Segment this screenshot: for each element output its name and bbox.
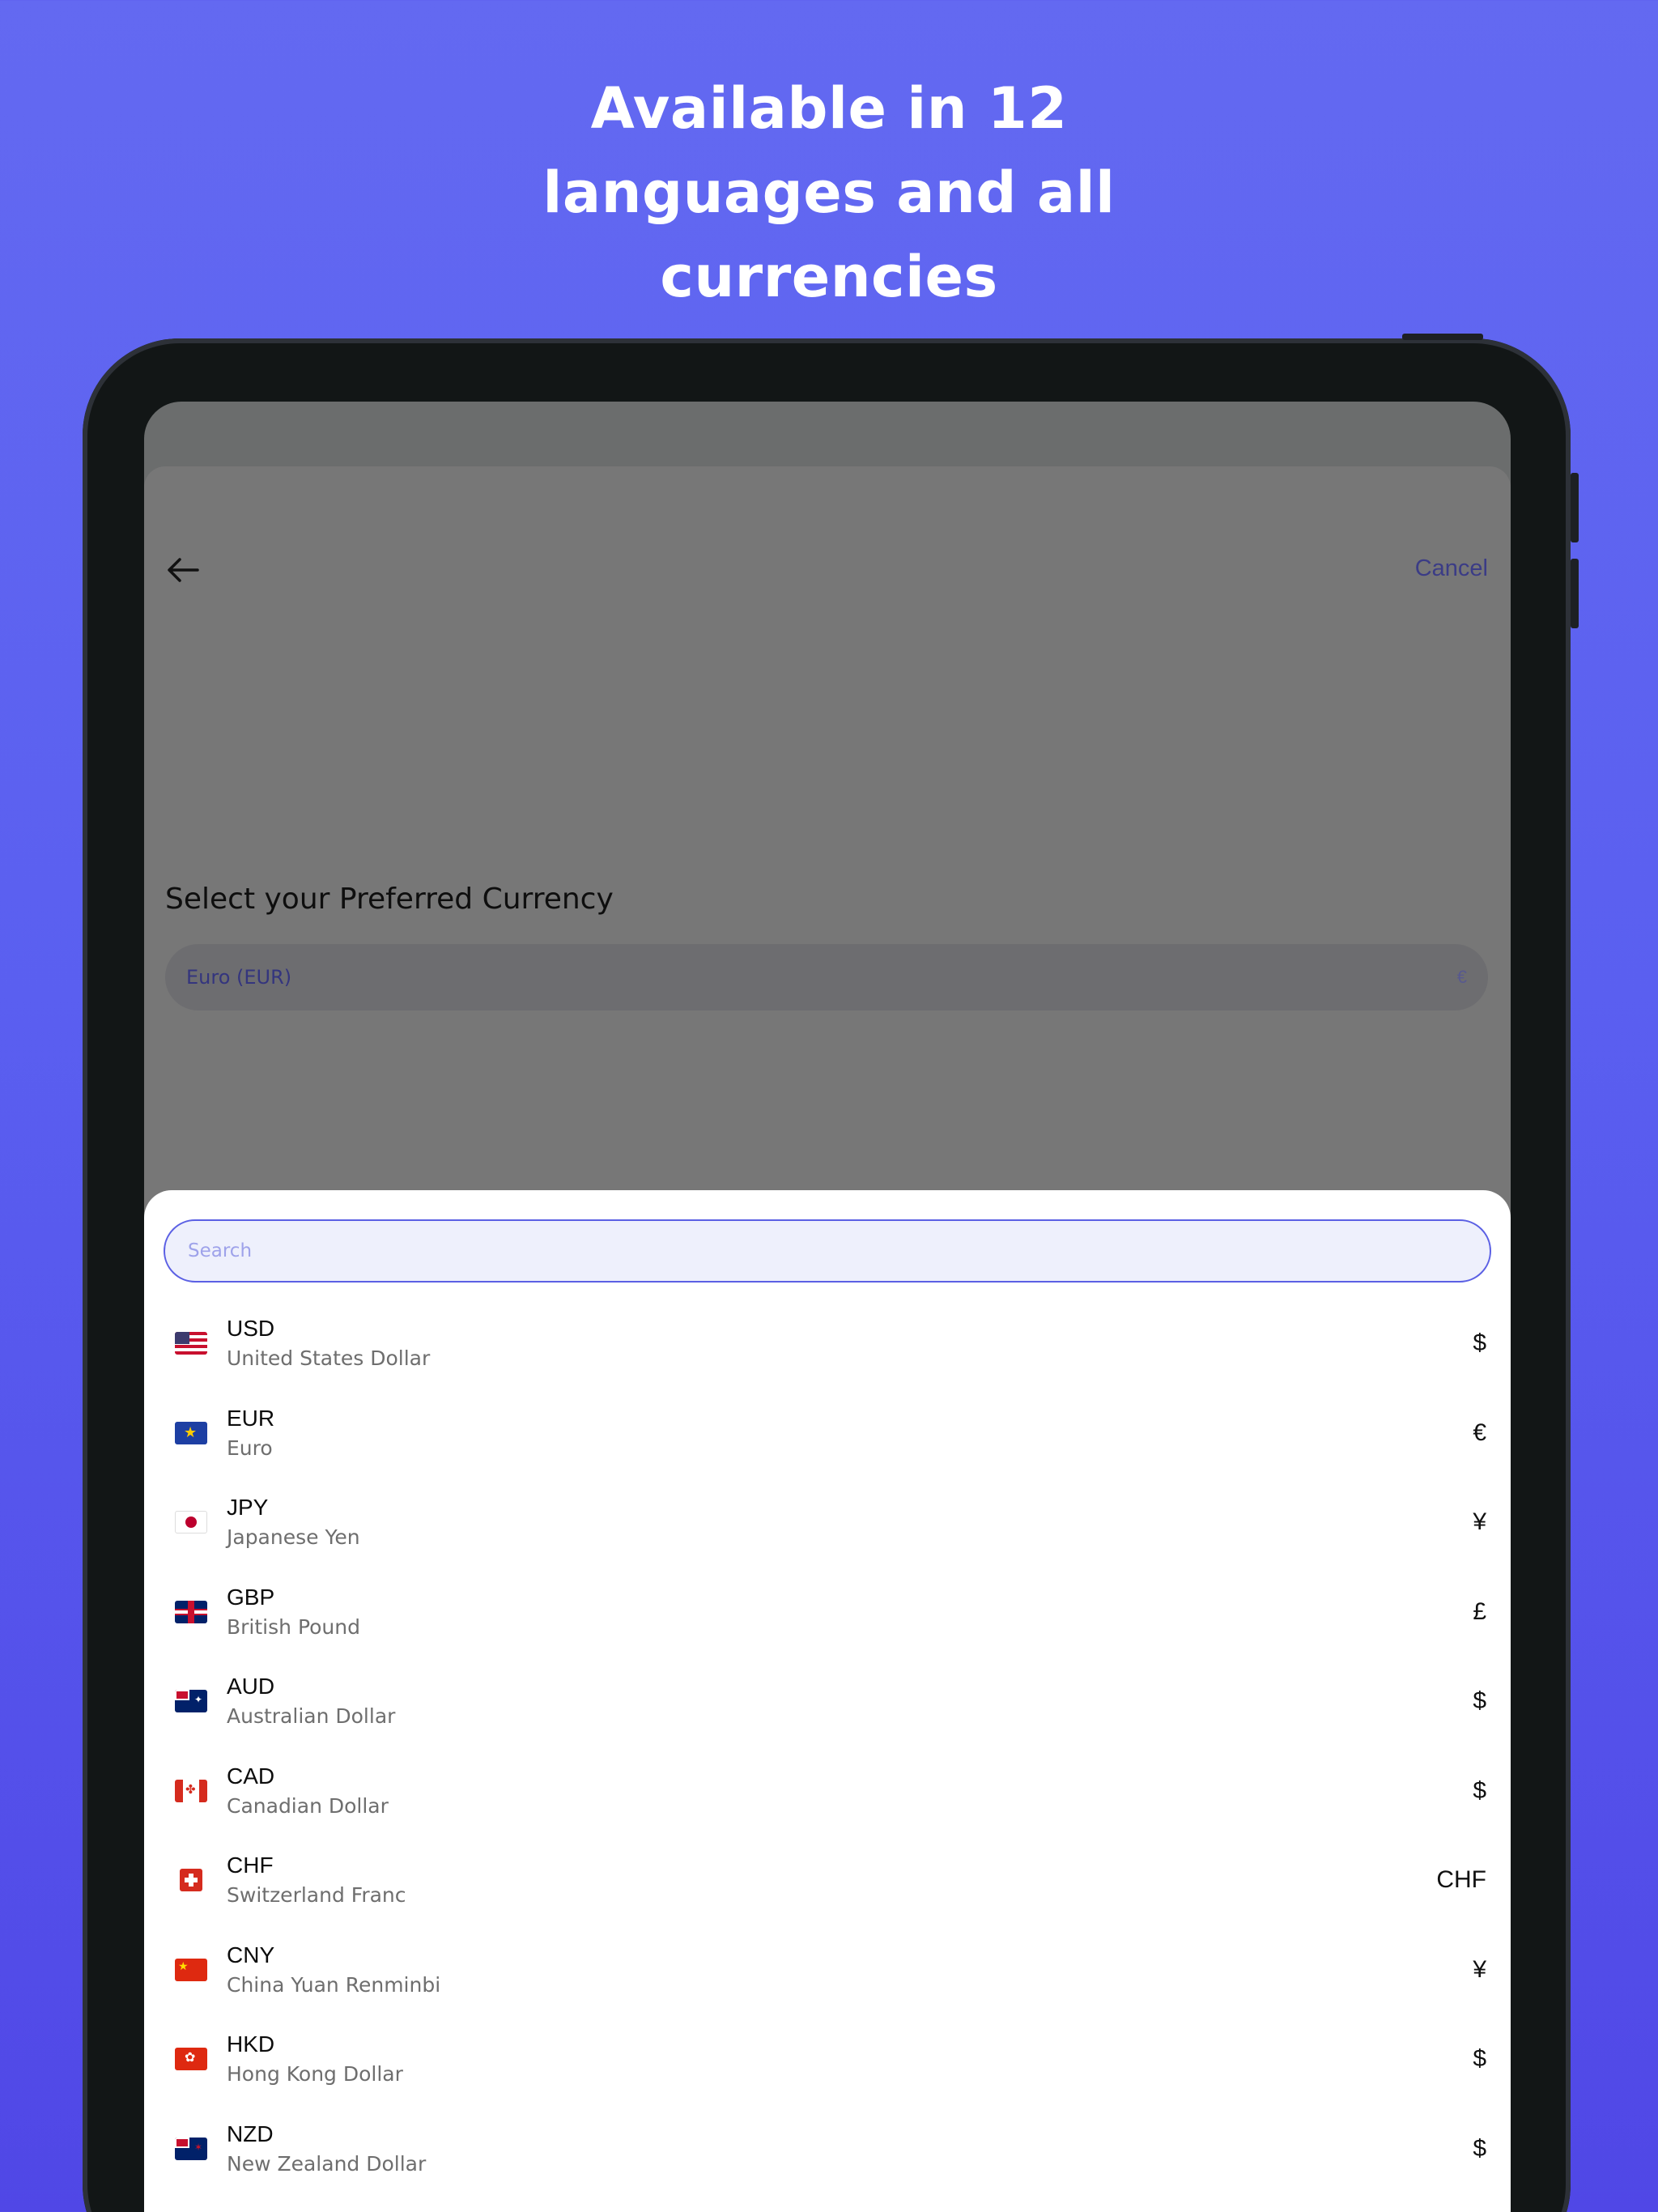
cancel-button[interactable]: Cancel	[1415, 555, 1488, 582]
currency-symbol: ¥	[1473, 1955, 1486, 1983]
currency-name: Switzerland Franc	[227, 1883, 406, 1908]
currency-row-cny[interactable]: CNY China Yuan Renminbi ¥	[144, 1925, 1511, 2015]
currency-row-jpy[interactable]: JPY Japanese Yen ¥	[144, 1478, 1511, 1568]
currency-name: Euro	[227, 1436, 273, 1460]
currency-code: USD	[227, 1316, 275, 1342]
headline-line-2: languages and all	[542, 160, 1116, 226]
nz-flag-icon	[175, 2137, 207, 2160]
ca-flag-icon	[175, 1779, 207, 1802]
currency-code: NZD	[227, 2121, 274, 2146]
eu-flag-icon	[175, 1421, 207, 1444]
selected-currency-label: Euro (EUR)	[186, 966, 292, 989]
currency-row-cad[interactable]: CAD Canadian Dollar $	[144, 1746, 1511, 1836]
currency-name: Australian Dollar	[227, 1704, 396, 1729]
currency-name: Canadian Dollar	[227, 1793, 389, 1818]
headline-line-1: Available in 12	[590, 75, 1068, 142]
currency-picker-sheet: USD United States Dollar $ EUR Euro € JP…	[144, 1190, 1511, 2212]
gb-flag-icon	[175, 1600, 207, 1623]
currency-code: JPY	[227, 1495, 269, 1521]
cn-flag-icon	[175, 1958, 207, 1981]
currency-row-nzd[interactable]: NZD New Zealand Dollar $	[144, 2104, 1511, 2194]
currency-code: AUD	[227, 1674, 275, 1699]
au-flag-icon	[175, 1690, 207, 1713]
currency-name: China Yuan Renminbi	[227, 1972, 441, 1997]
currency-symbol: ¥	[1473, 1508, 1486, 1536]
tablet-volume-down-button	[1571, 559, 1579, 628]
currency-code: CNY	[227, 1942, 275, 1967]
currency-code: CHF	[227, 1853, 274, 1878]
currency-symbol: $	[1473, 2134, 1486, 2162]
tablet-screen: Cancel Select your Preferred Currency Eu…	[144, 402, 1511, 2212]
us-flag-icon	[175, 1332, 207, 1355]
currency-name: British Pound	[227, 1614, 360, 1639]
currency-row-eur[interactable]: EUR Euro €	[144, 1389, 1511, 1478]
promo-headline: Available in 12 languages and all curren…	[0, 66, 1658, 319]
currency-row-hkd[interactable]: HKD Hong Kong Dollar $	[144, 2014, 1511, 2104]
currency-symbol: $	[1473, 1776, 1486, 1804]
back-arrow-icon[interactable]	[164, 554, 202, 586]
currency-select-field[interactable]: Euro (EUR) €	[165, 944, 1488, 1010]
currency-name: Hong Kong Dollar	[227, 2062, 403, 2087]
currency-code: HKD	[227, 2031, 275, 2057]
currency-row-gbp[interactable]: GBP British Pound £	[144, 1568, 1511, 1657]
currency-row-usd[interactable]: USD United States Dollar $	[144, 1299, 1511, 1389]
currency-symbol: £	[1473, 1597, 1486, 1625]
currency-row-aud[interactable]: AUD Australian Dollar $	[144, 1657, 1511, 1746]
currency-symbol: CHF	[1436, 1866, 1486, 1894]
hk-flag-icon	[175, 2048, 207, 2071]
tablet-top-button	[1402, 334, 1483, 340]
currency-name: New Zealand Dollar	[227, 2151, 427, 2176]
currency-symbol: €	[1473, 1419, 1486, 1446]
page-title: Select your Preferred Currency	[165, 883, 614, 916]
currency-symbol: $	[1473, 1687, 1486, 1715]
search-input[interactable]	[164, 1219, 1491, 1283]
tablet-volume-up-button	[1571, 473, 1579, 542]
ch-flag-icon	[180, 1869, 202, 1892]
selected-currency-symbol: €	[1456, 967, 1467, 987]
headline-line-3: currencies	[660, 244, 998, 310]
currency-code: CAD	[227, 1763, 275, 1789]
currency-symbol: $	[1473, 2045, 1486, 2073]
currency-code: GBP	[227, 1584, 275, 1610]
currency-row-chf[interactable]: CHF Switzerland Franc CHF	[144, 1836, 1511, 1925]
currency-name: Japanese Yen	[227, 1525, 360, 1550]
currency-name: United States Dollar	[227, 1346, 431, 1371]
currency-symbol: $	[1473, 1329, 1486, 1357]
currency-code: EUR	[227, 1405, 275, 1431]
jp-flag-icon	[175, 1511, 207, 1534]
currency-list: USD United States Dollar $ EUR Euro € JP…	[144, 1299, 1511, 2193]
